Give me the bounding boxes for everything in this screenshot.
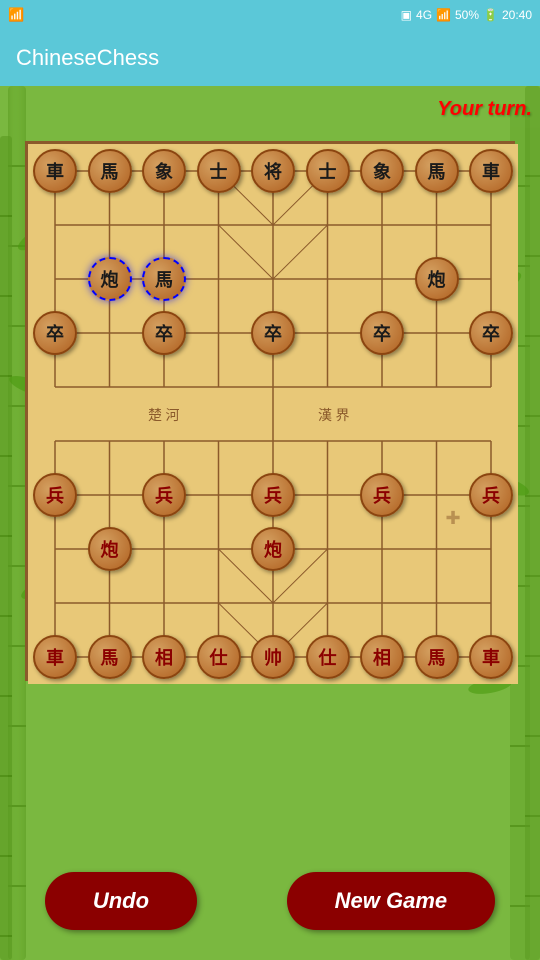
your-turn-text: Your turn. <box>437 98 532 121</box>
piece-r-pawn-1[interactable]: 兵 <box>142 473 186 517</box>
svg-text:✚: ✚ <box>445 508 460 528</box>
piece-r-advisor-l[interactable]: 仕 <box>197 635 241 679</box>
piece-b-rook-l[interactable]: 車 <box>33 149 77 193</box>
piece-r-elephant-l[interactable]: 相 <box>142 635 186 679</box>
piece-b-horse-r[interactable]: 馬 <box>415 149 459 193</box>
piece-r-pawn-4[interactable]: 兵 <box>469 473 513 517</box>
piece-r-rook-r[interactable]: 車 <box>469 635 513 679</box>
wifi-icon: 📶 <box>8 7 24 23</box>
piece-b-horse-moved[interactable]: 馬 <box>142 257 186 301</box>
app-title: ChineseChess <box>16 45 159 71</box>
piece-b-pawn-0[interactable]: 卒 <box>33 311 77 355</box>
piece-b-pawn-3[interactable]: 卒 <box>360 311 404 355</box>
piece-b-general[interactable]: 将 <box>251 149 295 193</box>
undo-button[interactable]: Undo <box>45 872 197 930</box>
piece-b-pawn-4[interactable]: 卒 <box>469 311 513 355</box>
piece-b-pawn-2[interactable]: 卒 <box>251 311 295 355</box>
clock: 20:40 <box>502 8 532 22</box>
piece-r-horse-r[interactable]: 馬 <box>415 635 459 679</box>
piece-r-general[interactable]: 帅 <box>251 635 295 679</box>
battery-icon: 🔋 <box>483 8 498 22</box>
piece-r-pawn-3[interactable]: 兵 <box>360 473 404 517</box>
svg-text:楚 河: 楚 河 <box>148 408 180 424</box>
piece-b-rook-r[interactable]: 車 <box>469 149 513 193</box>
piece-r-horse-l[interactable]: 馬 <box>88 635 132 679</box>
app-bar: ChineseChess <box>0 30 540 86</box>
battery-level: 50% <box>455 8 479 22</box>
piece-b-pawn-1[interactable]: 卒 <box>142 311 186 355</box>
piece-r-rook-l[interactable]: 車 <box>33 635 77 679</box>
piece-b-advisor-l[interactable]: 士 <box>197 149 241 193</box>
piece-r-cannon-l[interactable]: 炮 <box>88 527 132 571</box>
game-background: Your turn. <box>0 86 540 960</box>
piece-r-pawn-0[interactable]: 兵 <box>33 473 77 517</box>
piece-b-elephant-l[interactable]: 象 <box>142 149 186 193</box>
piece-b-cannon-r[interactable]: 炮 <box>415 257 459 301</box>
chess-board[interactable]: 楚 河 漢 界 ✚ 車馬象士将士象馬車炮馬炮卒卒卒卒卒兵兵兵兵兵炮炮車馬相仕帅仕… <box>25 141 515 681</box>
buttons-area: Undo New Game <box>0 872 540 930</box>
piece-r-elephant-r[interactable]: 相 <box>360 635 404 679</box>
piece-b-elephant-r[interactable]: 象 <box>360 149 404 193</box>
network-type: 4G <box>416 8 432 22</box>
piece-b-horse-l[interactable]: 馬 <box>88 149 132 193</box>
status-bar: 📶 ▣ 4G 📶 50% 🔋 20:40 <box>0 0 540 30</box>
signal-icon: 📶 <box>436 8 451 22</box>
piece-r-cannon-r[interactable]: 炮 <box>251 527 295 571</box>
piece-b-advisor-r[interactable]: 士 <box>306 149 350 193</box>
new-game-button[interactable]: New Game <box>287 872 496 930</box>
svg-text:漢 界: 漢 界 <box>318 408 350 424</box>
sim-icon: ▣ <box>401 8 412 22</box>
piece-r-advisor-r[interactable]: 仕 <box>306 635 350 679</box>
piece-r-pawn-2[interactable]: 兵 <box>251 473 295 517</box>
piece-b-cannon-l[interactable]: 炮 <box>88 257 132 301</box>
